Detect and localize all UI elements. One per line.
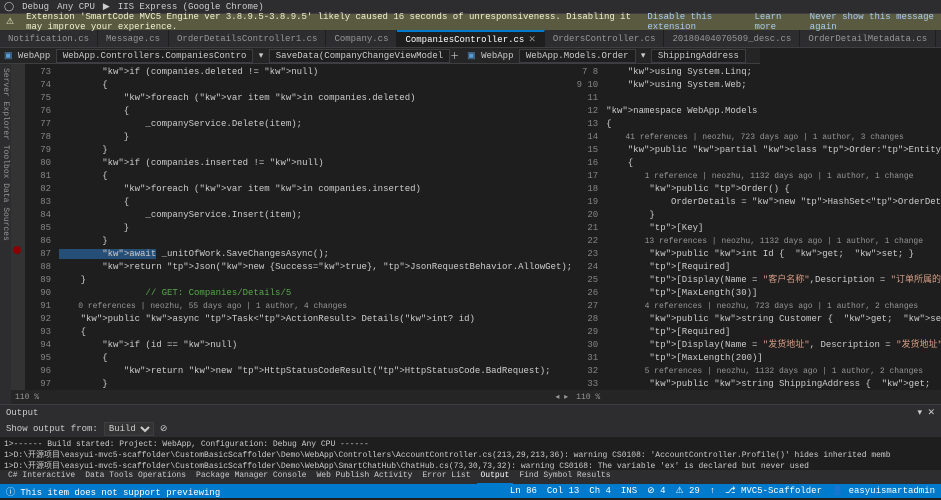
line-gutter: 7 8 9 10 11 12 13 14 15 16 17 18 19 20 2…	[572, 64, 602, 390]
infobar-msg: Extension 'SmartCode MVC5 Engine ver 3.8…	[26, 12, 635, 32]
user-icon[interactable]: 👤 easyuismartadmin	[832, 486, 935, 496]
output-tab[interactable]: Error List	[418, 470, 474, 484]
code-content[interactable]: "kw">using System.Linq; "kw">using Syste…	[602, 64, 941, 390]
run-target[interactable]: IIS Express (Google Chrome)	[118, 2, 264, 12]
output-tab[interactable]: Output	[477, 470, 514, 484]
editor-tab[interactable]: Company.cs	[326, 30, 397, 47]
perf-warning-bar: ⚠ Extension 'SmartCode MVC5 Engine ver 3…	[0, 14, 941, 30]
close-icon[interactable]: ✕	[927, 408, 935, 418]
nav-back-icon[interactable]: ◯	[4, 2, 14, 12]
config-dropdown[interactable]: Debug	[22, 2, 49, 12]
editor-tab[interactable]: Notification.cs	[0, 30, 98, 47]
output-text[interactable]: 1>------ Build started: Project: WebApp,…	[0, 437, 941, 470]
breakpoint-icon[interactable]	[13, 246, 21, 254]
warn-count[interactable]: ⚠ 29	[675, 486, 699, 496]
editor-tab[interactable]: Order.cs	[936, 30, 941, 47]
status-bar: ⓘ This item does not support previewing …	[0, 484, 941, 498]
editor-tab[interactable]: OrdersController.cs	[545, 30, 665, 47]
left-breadcrumb: ▣ WebApp WebApp.Controllers.CompaniesCon…	[0, 48, 463, 64]
left-toolbox[interactable]: Server Explorer Toolbox Data Sources	[0, 64, 11, 404]
line-gutter: 73 74 75 76 77 78 79 80 81 82 83 84 85 8…	[25, 64, 55, 390]
add-icon[interactable]: ＋	[450, 49, 459, 62]
right-editor[interactable]: 7 8 9 10 11 12 13 14 15 16 17 18 19 20 2…	[572, 64, 941, 404]
platform-dropdown[interactable]: Any CPU	[57, 2, 95, 12]
output-panel: Output ▾ ✕ Show output from: Build ⊘ 1>-…	[0, 404, 941, 484]
editor-tab[interactable]: 20180404070509_desc.cs	[664, 30, 800, 47]
editor-tab[interactable]: CompaniesController.cs ✕	[397, 30, 544, 47]
right-breadcrumb: ▣ WebApp WebApp.Models.Order ▾ ShippingA…	[463, 48, 760, 64]
error-count[interactable]: ⊘ 4	[647, 486, 665, 496]
bottom-tabs: C# InteractiveData Tools OperationsPacka…	[0, 470, 941, 484]
zoom-level[interactable]: 110 %	[15, 393, 39, 402]
branch-indicator[interactable]: ⎇ MVC5-Scaffolder	[725, 486, 822, 496]
output-tab[interactable]: Web Publish Activity	[312, 470, 416, 484]
clear-icon[interactable]: ⊘	[160, 424, 168, 434]
editor-tab[interactable]: OrderDetailsController1.cs	[169, 30, 326, 47]
output-source-select[interactable]: Build	[104, 422, 154, 436]
output-tab[interactable]: C# Interactive	[4, 470, 79, 484]
left-editor[interactable]: 73 74 75 76 77 78 79 80 81 82 83 84 85 8…	[11, 64, 572, 404]
output-tab[interactable]: Find Symbol Results	[515, 470, 614, 484]
status-msg: ⓘ This item does not support previewing	[6, 485, 220, 498]
editor-tab[interactable]: Message.cs	[98, 30, 169, 47]
learn-more-link[interactable]: Learn more	[754, 12, 797, 32]
zoom-level[interactable]: 110 %	[576, 393, 600, 402]
warning-icon: ⚠	[6, 17, 14, 27]
output-tab[interactable]: Package Manager Console	[192, 470, 310, 484]
editor-tabs: Notification.csMessage.csOrderDetailsCon…	[0, 30, 941, 48]
editor-tab[interactable]: OrderDetailMetadata.cs	[800, 30, 936, 47]
pin-icon[interactable]: ▾	[918, 408, 923, 418]
never-show-link[interactable]: Never show this message again	[810, 12, 935, 32]
output-tab[interactable]: Data Tools Operations	[81, 470, 190, 484]
code-content[interactable]: "kw">if (companies.deleted != "kw">null)…	[55, 64, 572, 390]
disable-ext-link[interactable]: Disable this extension	[647, 12, 742, 32]
